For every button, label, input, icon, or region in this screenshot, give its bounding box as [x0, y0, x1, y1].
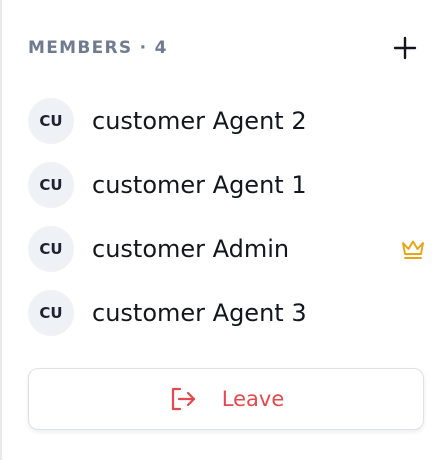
member-item[interactable]: CU customer Agent 3 [28, 281, 426, 345]
avatar: CU [28, 162, 74, 208]
avatar-initials: CU [39, 240, 63, 258]
members-title: MEMBERS · 4 [28, 38, 168, 58]
members-header: MEMBERS · 4 [28, 30, 417, 66]
member-name: customer Admin [92, 235, 290, 263]
avatar-initials: CU [39, 176, 63, 194]
plus-icon [393, 36, 417, 60]
crown-icon [402, 240, 424, 259]
leave-label: Leave [221, 387, 285, 411]
member-name: customer Agent 2 [92, 107, 307, 135]
member-item[interactable]: CU customer Agent 2 [28, 89, 426, 153]
avatar-initials: CU [39, 112, 63, 130]
avatar: CU [28, 290, 74, 336]
avatar: CU [28, 98, 74, 144]
member-item[interactable]: CU customer Admin [28, 217, 426, 281]
member-name: customer Agent 3 [92, 299, 307, 327]
member-name: customer Agent 1 [92, 171, 307, 199]
avatar-initials: CU [39, 304, 63, 322]
add-member-button[interactable] [390, 33, 420, 63]
avatar: CU [28, 226, 74, 272]
members-panel: MEMBERS · 4 CU customer Agent 2 CU custo… [0, 0, 448, 460]
leave-icon [168, 384, 198, 414]
member-item[interactable]: CU customer Agent 1 [28, 153, 426, 217]
members-list: CU customer Agent 2 CU customer Agent 1 … [28, 89, 426, 345]
leave-button[interactable]: Leave [28, 368, 424, 430]
